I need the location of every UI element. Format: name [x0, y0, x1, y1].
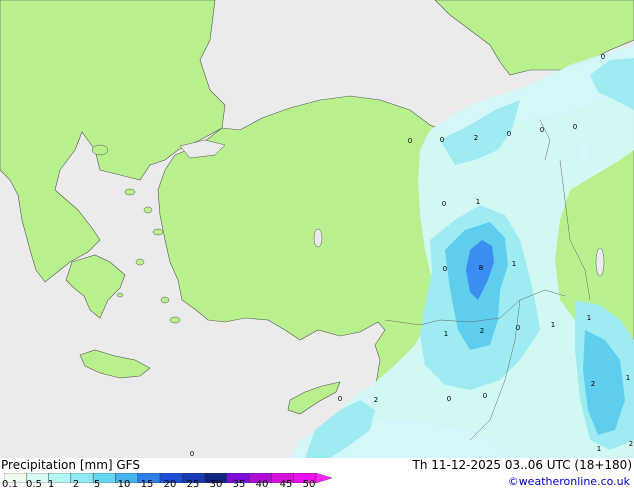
credit-link[interactable]: ©weatheronline.co.uk — [508, 475, 630, 488]
contour-label: 1 — [512, 260, 516, 268]
contour-label: 0 — [190, 450, 194, 458]
legend-tick-labels: 0.1 0.5 1 2 5 10 15 20 25 30 35 40 45 50 — [0, 479, 340, 491]
contour-label: 0 — [447, 395, 451, 403]
contour-label: 1 — [551, 321, 555, 329]
contour-label: 0 — [443, 265, 447, 273]
legend-tick-label: 50 — [302, 479, 316, 490]
legend-tick-label: 0.1 — [2, 479, 18, 490]
contour-label: 1 — [587, 314, 591, 322]
contour-label: 0 — [540, 126, 544, 134]
legend-tick-label: 1 — [47, 479, 55, 490]
weather-map-frame: 00200001081211012000201210 Precipitation… — [0, 0, 634, 490]
legend-tick-label: 20 — [163, 479, 177, 490]
legend-tick-label: 5 — [93, 479, 101, 490]
contour-label: 0 — [573, 123, 577, 131]
precipitation-map: 0 0 2 0 0 0 0 1 0 8 1 2 1 1 0 1 2 0 0 0 2 0 1 2 1 0 — [0, 0, 634, 458]
legend-tick-label: 40 — [255, 479, 269, 490]
contour-label: 2 — [591, 380, 595, 388]
contour-label: 1 — [444, 330, 448, 338]
contour-label: 1 — [597, 445, 601, 453]
contour-label: 2 — [374, 396, 378, 404]
legend-tick-label: 45 — [279, 479, 293, 490]
contour-label: 0 — [440, 136, 444, 144]
contour-label: 0 — [507, 130, 511, 138]
contour-label: 1 — [476, 198, 480, 206]
contour-label: 0 — [338, 395, 342, 403]
legend-tick-label: 25 — [186, 479, 200, 490]
legend-tick-label: 10 — [117, 479, 131, 490]
contour-label: 0 — [516, 324, 520, 332]
legend-title: Precipitation [mm] GFS — [1, 458, 140, 472]
legend-tick-label: 30 — [209, 479, 223, 490]
map-footer: Precipitation [mm] GFS Th 11-12-2025 03.… — [0, 458, 634, 490]
legend-tick-label: 0.5 — [26, 479, 42, 490]
contour-label: 0 — [442, 200, 446, 208]
contour-label: 0 — [601, 53, 605, 61]
contour-label: 0 — [408, 137, 412, 145]
contour-label: 2 — [629, 440, 633, 448]
lake-urmia — [595, 247, 605, 277]
contour-label: 0 — [483, 392, 487, 400]
contour-label: 2 — [480, 327, 484, 335]
legend-tick-label: 2 — [72, 479, 80, 490]
contour-label: 2 — [474, 134, 478, 142]
forecast-run-info: Th 11-12-2025 03..06 UTC (18+180) — [412, 458, 632, 472]
contour-label: 8 — [479, 264, 483, 272]
lake-tuz — [313, 228, 323, 248]
legend-tick-label: 35 — [232, 479, 246, 490]
contour-label: 1 — [626, 374, 630, 382]
legend-tick-label: 15 — [140, 479, 154, 490]
